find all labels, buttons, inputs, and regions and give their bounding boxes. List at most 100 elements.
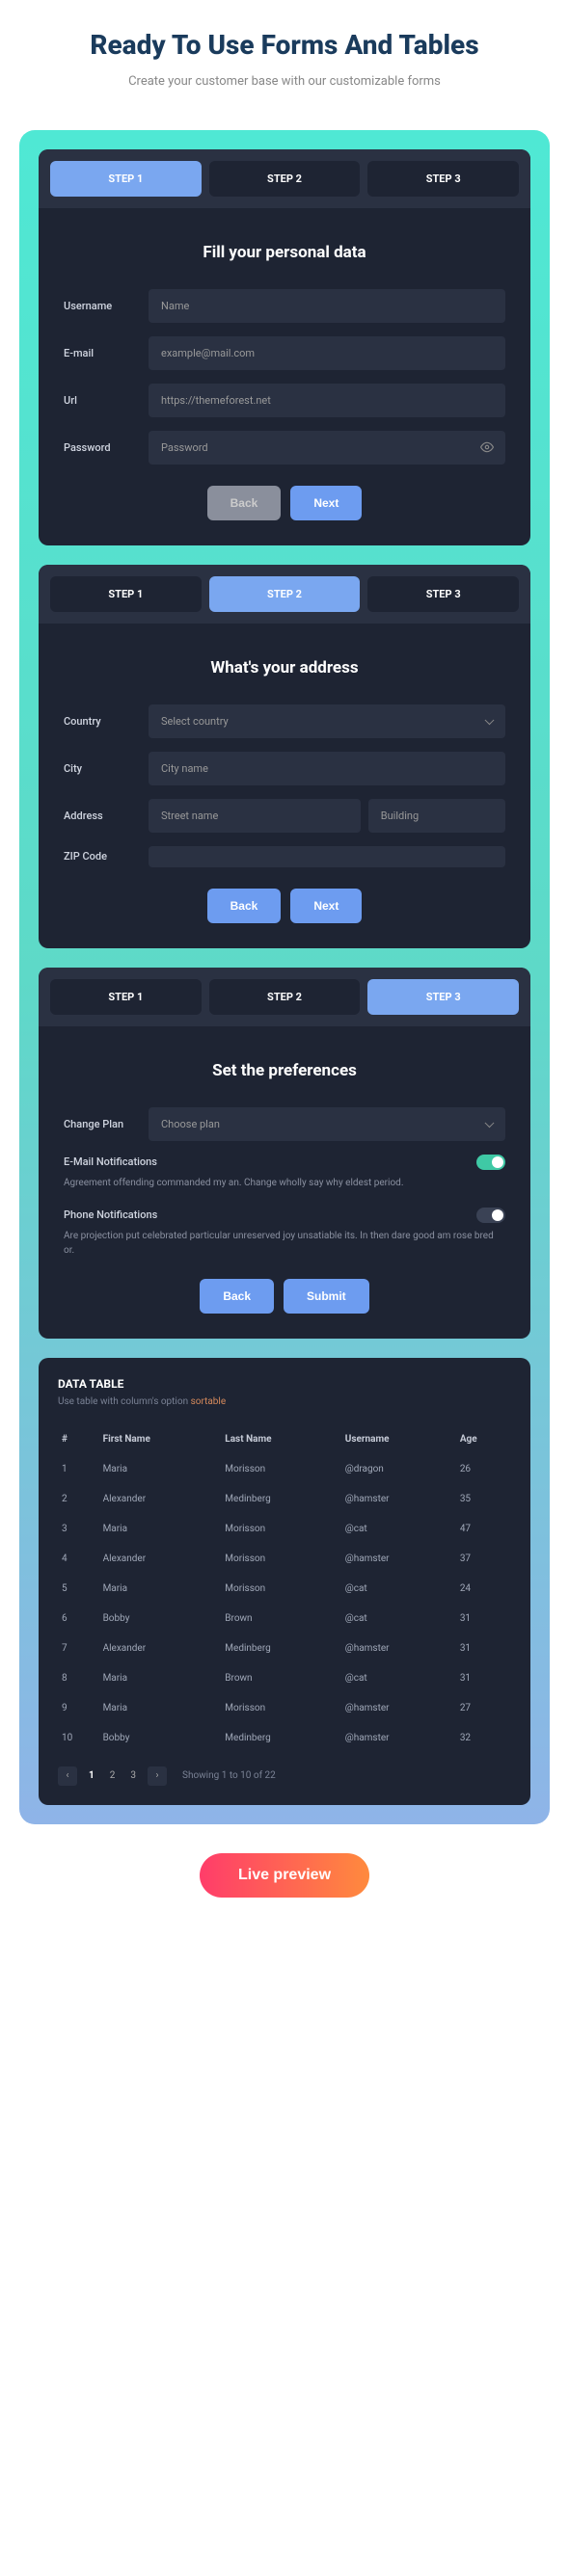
table-cell: Bobby: [99, 1723, 222, 1753]
label-address: Address: [64, 810, 149, 822]
col-age[interactable]: Age: [456, 1424, 511, 1454]
tab-step1[interactable]: STEP 1: [50, 576, 202, 612]
page-subtitle: Create your customer base with our custo…: [19, 72, 550, 92]
label-email: E-mail: [64, 347, 149, 359]
table-cell: @cat: [341, 1574, 456, 1604]
dt-subtitle: Use table with column's option sortable: [58, 1396, 511, 1407]
input-url[interactable]: https://themeforest.net: [149, 384, 505, 417]
table-row: 4AlexanderMorisson@hamster37: [58, 1544, 511, 1574]
tab-step3[interactable]: STEP 3: [367, 161, 519, 197]
table-cell: @cat: [341, 1663, 456, 1693]
eye-icon[interactable]: [479, 439, 495, 455]
table-cell: Maria: [99, 1514, 222, 1544]
input-street[interactable]: Street name: [149, 799, 361, 833]
tab-step2[interactable]: STEP 2: [209, 576, 361, 612]
email-notif-toggle[interactable]: [476, 1155, 505, 1170]
data-table-card: DATA TABLE Use table with column's optio…: [39, 1358, 530, 1805]
tab-step1[interactable]: STEP 1: [50, 161, 202, 197]
table-cell: 5: [58, 1574, 99, 1604]
back-button[interactable]: Back: [207, 889, 282, 923]
table-cell: 31: [456, 1604, 511, 1633]
table-cell: 4: [58, 1544, 99, 1574]
input-password[interactable]: Password: [149, 431, 505, 465]
form-card-step1: STEP 1 STEP 2 STEP 3 Fill your personal …: [39, 149, 530, 545]
table-row: 7AlexanderMedinberg@hamster31: [58, 1633, 511, 1663]
table-cell: 7: [58, 1633, 99, 1663]
label-password: Password: [64, 441, 149, 454]
email-notif-label: E-Mail Notifications: [64, 1155, 157, 1168]
table-cell: @hamster: [341, 1544, 456, 1574]
phone-notif-label: Phone Notifications: [64, 1208, 157, 1221]
dt-title: DATA TABLE: [58, 1377, 511, 1391]
table-row: 1MariaMorisson@dragon26: [58, 1454, 511, 1484]
table-row: 10BobbyMedinberg@hamster32: [58, 1723, 511, 1753]
table-cell: 6: [58, 1604, 99, 1633]
col-lastname[interactable]: Last Name: [221, 1424, 340, 1454]
step-tabs: STEP 1 STEP 2 STEP 3: [39, 968, 530, 1026]
tab-step1[interactable]: STEP 1: [50, 979, 202, 1015]
page-prev[interactable]: ‹: [58, 1766, 77, 1786]
input-city[interactable]: City name: [149, 752, 505, 785]
tab-step2[interactable]: STEP 2: [209, 979, 361, 1015]
back-button[interactable]: Back: [200, 1279, 274, 1314]
label-username: Username: [64, 300, 149, 312]
select-country[interactable]: Select country: [149, 704, 505, 738]
table-cell: 26: [456, 1454, 511, 1484]
submit-button[interactable]: Submit: [284, 1279, 369, 1314]
table-cell: @hamster: [341, 1633, 456, 1663]
table-cell: 31: [456, 1663, 511, 1693]
table-cell: 37: [456, 1544, 511, 1574]
card2-title: What's your address: [64, 658, 505, 677]
input-building[interactable]: Building: [368, 799, 505, 833]
table-cell: Maria: [99, 1454, 222, 1484]
live-preview-button[interactable]: Live preview: [200, 1853, 369, 1898]
col-index[interactable]: #: [58, 1424, 99, 1454]
card1-title: Fill your personal data: [64, 243, 505, 262]
label-plan: Change Plan: [64, 1118, 149, 1130]
next-button[interactable]: Next: [290, 486, 362, 520]
dt-sub-pre: Use table with column's option: [58, 1396, 191, 1407]
page-2[interactable]: 2: [106, 1770, 120, 1781]
table-cell: 32: [456, 1723, 511, 1753]
table-row: 6BobbyBrown@cat31: [58, 1604, 511, 1633]
table-cell: @dragon: [341, 1454, 456, 1484]
input-username[interactable]: Name: [149, 289, 505, 323]
table-cell: @cat: [341, 1514, 456, 1544]
table-cell: Maria: [99, 1693, 222, 1723]
table-row: 2AlexanderMedinberg@hamster35: [58, 1484, 511, 1514]
table-cell: Morisson: [221, 1544, 340, 1574]
card3-title: Set the preferences: [64, 1061, 505, 1080]
table-cell: Bobby: [99, 1604, 222, 1633]
table-cell: Morisson: [221, 1574, 340, 1604]
back-button: Back: [207, 486, 282, 520]
input-zip[interactable]: [149, 846, 505, 867]
page-title: Ready To Use Forms And Tables: [19, 29, 550, 61]
tab-step3[interactable]: STEP 3: [367, 576, 519, 612]
select-plan[interactable]: Choose plan: [149, 1107, 505, 1141]
col-username[interactable]: Username: [341, 1424, 456, 1454]
label-zip: ZIP Code: [64, 850, 149, 863]
table-header-row: # First Name Last Name Username Age: [58, 1424, 511, 1454]
table-cell: Alexander: [99, 1633, 222, 1663]
table-cell: 10: [58, 1723, 99, 1753]
table-cell: Morisson: [221, 1454, 340, 1484]
phone-notif-toggle[interactable]: [476, 1208, 505, 1223]
label-url: Url: [64, 394, 149, 407]
tab-step3[interactable]: STEP 3: [367, 979, 519, 1015]
tab-step2[interactable]: STEP 2: [209, 161, 361, 197]
page-1[interactable]: 1: [85, 1770, 98, 1781]
table-row: 9MariaMorisson@hamster27: [58, 1693, 511, 1723]
input-email[interactable]: example@mail.com: [149, 336, 505, 370]
table-row: 5MariaMorisson@cat24: [58, 1574, 511, 1604]
table-row: 3MariaMorisson@cat47: [58, 1514, 511, 1544]
page-info: Showing 1 to 10 of 22: [182, 1770, 276, 1781]
col-firstname[interactable]: First Name: [99, 1424, 222, 1454]
table-cell: Maria: [99, 1574, 222, 1604]
page-3[interactable]: 3: [126, 1770, 140, 1781]
chevron-right-icon: ›: [155, 1770, 158, 1781]
label-city: City: [64, 762, 149, 775]
email-notif-desc: Agreement offending commanded my an. Cha…: [64, 1176, 505, 1190]
page-next[interactable]: ›: [148, 1766, 167, 1786]
next-button[interactable]: Next: [290, 889, 362, 923]
table-cell: 27: [456, 1693, 511, 1723]
